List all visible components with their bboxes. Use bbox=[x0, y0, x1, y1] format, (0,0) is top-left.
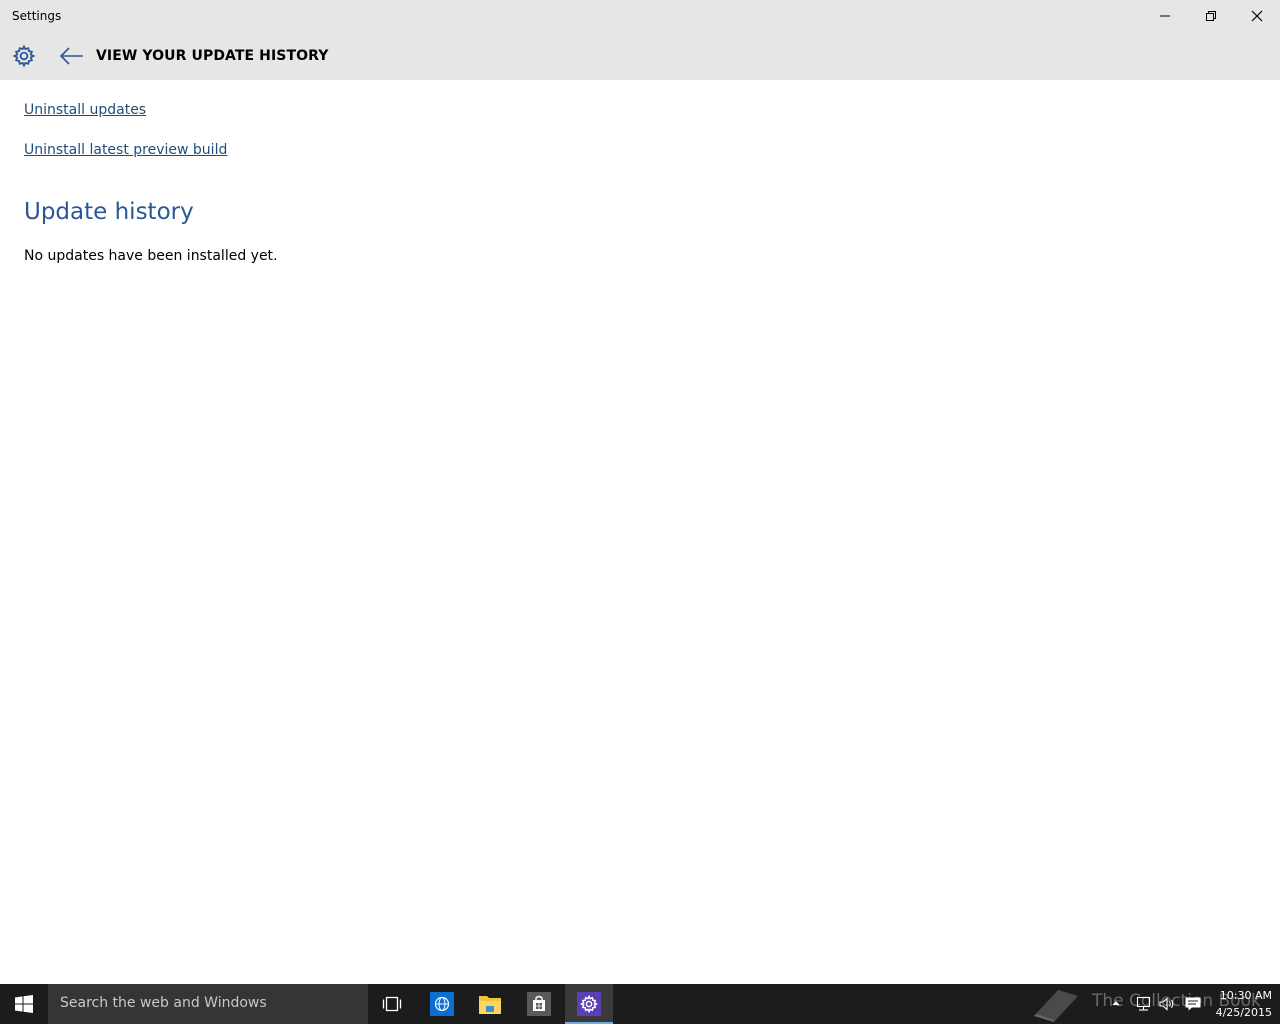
system-clock[interactable]: 10:30 AM 4/25/2015 bbox=[1208, 987, 1272, 1021]
close-icon bbox=[1251, 10, 1263, 22]
internet-explorer-icon bbox=[430, 992, 454, 1016]
main-content: Uninstall updates Uninstall latest previ… bbox=[0, 80, 1280, 984]
show-hidden-icons-icon[interactable] bbox=[1110, 997, 1122, 1009]
internet-explorer-button[interactable] bbox=[418, 984, 466, 1024]
action-center-icon[interactable] bbox=[1184, 995, 1202, 1013]
book-icon bbox=[1034, 990, 1078, 1022]
settings-taskbar-button[interactable] bbox=[565, 984, 613, 1024]
section-title: Update history bbox=[24, 199, 194, 225]
minimize-icon bbox=[1160, 15, 1170, 17]
file-explorer-icon bbox=[479, 996, 501, 1014]
store-icon bbox=[527, 992, 551, 1016]
minimize-button[interactable] bbox=[1142, 0, 1188, 32]
start-button[interactable] bbox=[0, 984, 48, 1024]
network-icon[interactable] bbox=[1134, 995, 1152, 1013]
taskbar: Search the web and Windows The Collectio… bbox=[0, 984, 1280, 1024]
page-title: VIEW YOUR UPDATE HISTORY bbox=[96, 48, 329, 64]
back-arrow-icon[interactable] bbox=[58, 44, 86, 68]
empty-history-message: No updates have been installed yet. bbox=[24, 248, 278, 264]
restore-icon bbox=[1206, 11, 1216, 21]
windows-logo-icon bbox=[15, 995, 33, 1013]
page-header: VIEW YOUR UPDATE HISTORY bbox=[0, 32, 1280, 80]
search-box[interactable]: Search the web and Windows bbox=[48, 984, 368, 1024]
clock-time: 10:30 AM bbox=[1219, 989, 1272, 1002]
uninstall-updates-link[interactable]: Uninstall updates bbox=[24, 102, 146, 118]
store-button[interactable] bbox=[515, 984, 563, 1024]
title-bar: Settings bbox=[0, 0, 1280, 32]
settings-icon bbox=[577, 992, 601, 1016]
file-explorer-button[interactable] bbox=[466, 984, 514, 1024]
restore-button[interactable] bbox=[1188, 0, 1234, 32]
close-button[interactable] bbox=[1234, 0, 1280, 32]
search-placeholder: Search the web and Windows bbox=[60, 995, 267, 1011]
gear-icon bbox=[12, 44, 36, 68]
window-title: Settings bbox=[12, 9, 62, 23]
uninstall-preview-build-link[interactable]: Uninstall latest preview build bbox=[24, 142, 227, 158]
clock-date: 4/25/2015 bbox=[1215, 1006, 1272, 1019]
task-view-button[interactable] bbox=[368, 984, 416, 1024]
volume-icon[interactable] bbox=[1158, 995, 1176, 1013]
task-view-icon bbox=[382, 996, 402, 1012]
